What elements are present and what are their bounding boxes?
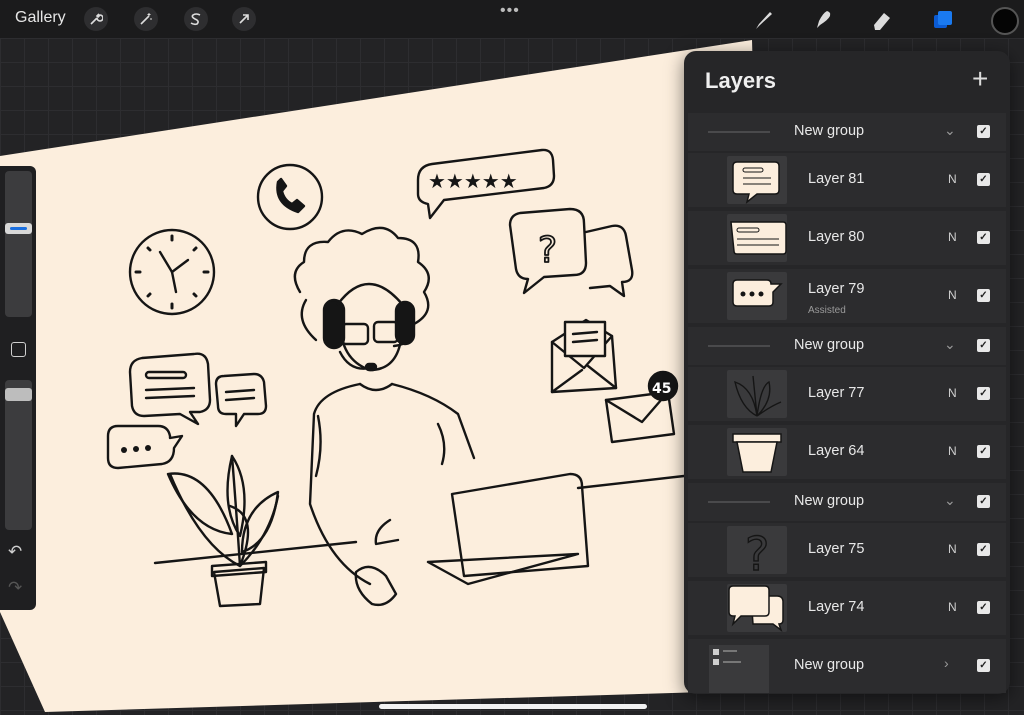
group-divider [708,345,770,347]
chevron-down-icon[interactable]: ⌄ [944,122,956,139]
layer-thumbnail: ? [727,526,787,574]
undo-icon[interactable]: ↶ [8,542,22,562]
layer-thumbnail [727,156,787,204]
gallery-button[interactable]: Gallery [15,9,66,27]
layers-icon[interactable] [930,7,956,33]
layer-group-row[interactable]: New group ⌄ ✓ [688,113,1006,151]
more-options-icon[interactable]: ••• [500,2,520,20]
layer-row[interactable]: Layer 77 N ✓ [688,367,1006,421]
color-picker-button[interactable] [991,7,1019,35]
layer-thumbnail [727,272,787,320]
smudge-icon[interactable] [810,7,836,33]
layer-name: Layer 75 [808,541,865,557]
layer-row[interactable]: Layer 74 N ✓ [688,581,1006,635]
blend-mode-button[interactable]: N [948,230,957,244]
visibility-checkbox[interactable]: ✓ [977,339,990,352]
layer-name: Layer 64 [808,443,865,459]
layer-row[interactable]: Layer 80 N ✓ [688,211,1006,265]
layer-name: Layer 80 [808,229,865,245]
modifier-button[interactable] [11,342,26,357]
layer-thumbnail [727,370,787,418]
group-name: New group [794,337,865,353]
svg-text:?: ? [538,230,557,271]
visibility-checkbox[interactable]: ✓ [977,289,990,302]
visibility-checkbox[interactable]: ✓ [977,173,990,186]
wrench-icon[interactable] [84,7,108,31]
visibility-checkbox[interactable]: ✓ [977,601,990,614]
selection-icon[interactable] [184,7,208,31]
blend-mode-button[interactable]: N [948,172,957,186]
layer-thumbnail [727,584,787,632]
magic-wand-icon[interactable] [134,7,158,31]
layer-name: Layer 77 [808,385,865,401]
opacity-slider[interactable] [5,380,32,530]
redo-icon[interactable]: ↷ [8,578,22,598]
layer-row[interactable]: ? Layer 75 N ✓ [688,523,1006,577]
brush-size-handle[interactable] [5,223,32,234]
brush-size-slider[interactable] [5,171,32,317]
group-divider [708,131,770,133]
group-thumbnail [709,645,769,693]
layer-thumbnail [727,214,787,262]
layer-row[interactable]: Layer 79 Assisted N ✓ [688,269,1006,323]
blend-mode-button[interactable]: N [948,600,957,614]
layer-name: Layer 74 [808,599,865,615]
brush-icon[interactable] [751,7,777,33]
opacity-handle[interactable] [5,388,32,401]
visibility-checkbox[interactable]: ✓ [977,445,990,458]
layers-panel: Layers + New group ⌄ ✓ Layer 81 N ✓ Laye… [684,51,1010,694]
chevron-down-icon[interactable]: ⌄ [944,336,956,353]
svg-text:★★★★★: ★★★★★ [428,169,518,193]
top-toolbar: Gallery ••• [0,0,1024,38]
visibility-checkbox[interactable]: ✓ [977,231,990,244]
layer-name: Layer 81 [808,171,865,187]
group-name: New group [794,493,865,509]
svg-text:?: ? [745,527,769,574]
home-indicator[interactable] [379,704,647,709]
layer-group-row[interactable]: New group ⌄ ✓ [688,483,1006,521]
visibility-checkbox[interactable]: ✓ [977,387,990,400]
visibility-checkbox[interactable]: ✓ [977,659,990,672]
chevron-right-icon[interactable]: › [944,655,949,671]
chevron-down-icon[interactable]: ⌄ [944,492,956,509]
layer-row[interactable]: Layer 81 N ✓ [688,153,1006,207]
blend-mode-button[interactable]: N [948,386,957,400]
group-name: New group [794,657,865,673]
notification-count: 45 [652,381,671,397]
layer-thumbnail [727,428,787,476]
eraser-icon[interactable] [869,7,895,33]
layer-name: Layer 79 [808,281,865,297]
group-divider [708,501,770,503]
layer-row[interactable]: Layer 64 N ✓ [688,425,1006,479]
layer-group-row[interactable]: New group › ✓ [688,639,1006,693]
transform-arrow-icon[interactable] [232,7,256,31]
blend-mode-button[interactable]: N [948,288,957,302]
group-name: New group [794,123,865,139]
layer-subtitle: Assisted [808,305,846,316]
visibility-checkbox[interactable]: ✓ [977,125,990,138]
layer-group-row[interactable]: New group ⌄ ✓ [688,327,1006,365]
blend-mode-button[interactable]: N [948,542,957,556]
add-layer-button[interactable]: + [972,63,988,95]
blend-mode-button[interactable]: N [948,444,957,458]
layers-title: Layers [705,68,776,93]
visibility-checkbox[interactable]: ✓ [977,495,990,508]
visibility-checkbox[interactable]: ✓ [977,543,990,556]
